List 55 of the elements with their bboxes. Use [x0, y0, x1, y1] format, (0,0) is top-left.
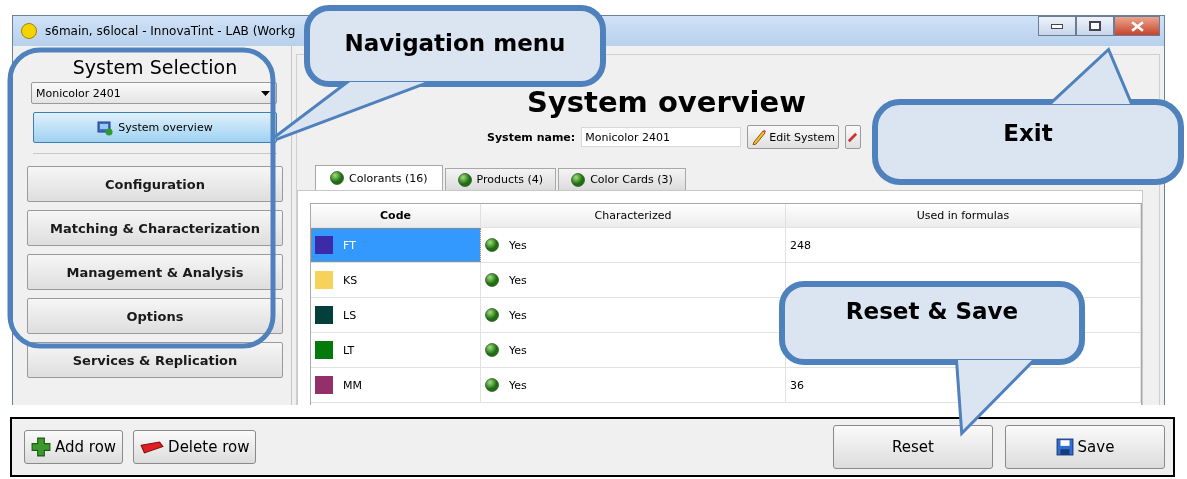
plus-icon — [31, 437, 51, 457]
status-dot-icon — [485, 273, 499, 287]
tab[interactable]: Color Cards (3) — [558, 168, 686, 190]
eraser-icon — [140, 440, 165, 454]
column-header: Used in formulas — [786, 204, 1141, 227]
system-overview-button[interactable]: System overview — [33, 112, 277, 143]
delete-row-button[interactable]: Delete row — [133, 430, 257, 464]
status-dot-icon — [330, 171, 344, 185]
table-cell: Yes — [509, 378, 527, 392]
add-row-button[interactable]: Add row — [24, 430, 124, 464]
callout-text: Navigation menu — [343, 30, 567, 56]
system-dropdown[interactable]: Monicolor 2401 — [31, 82, 277, 104]
status-dot-icon — [485, 378, 499, 392]
table-cell: Yes — [509, 238, 527, 252]
window-title: s6main, s6local - InnovaTint - LAB (Workg — [45, 24, 297, 38]
table-cell: Yes — [509, 308, 527, 322]
monitor-icon — [97, 119, 114, 136]
tab[interactable]: Products (4) — [444, 168, 557, 190]
nav-button[interactable]: Matching & Characterization — [27, 210, 283, 246]
callout-text: Reset & Save — [844, 298, 1020, 324]
edit-system-button[interactable]: Edit System — [747, 125, 840, 149]
field-label: System name: — [487, 130, 576, 144]
toolbar-button[interactable] — [845, 125, 862, 149]
system-name-field[interactable]: Monicolor 2401 — [581, 127, 742, 147]
table-cell[interactable]: MM — [311, 368, 481, 402]
reset-button[interactable]: Reset — [833, 425, 993, 469]
table-cell[interactable]: LS — [311, 298, 481, 332]
nav-button[interactable]: Management & Analysis — [27, 254, 283, 290]
app-logo-icon — [21, 23, 37, 39]
table-cell: Yes — [509, 343, 527, 357]
column-header: Characterized — [481, 204, 786, 227]
page-heading: System overview — [527, 85, 807, 119]
status-dot-icon — [457, 172, 472, 187]
close-icon — [1130, 20, 1144, 32]
nav-button[interactable]: Configuration — [27, 166, 283, 202]
table-cell[interactable]: LT — [311, 333, 481, 367]
status-dot-icon — [485, 238, 499, 252]
save-button[interactable]: Save — [1005, 425, 1165, 469]
table-cell: Yes — [509, 273, 527, 287]
callout-text: Exit — [1002, 120, 1054, 146]
caret-icon — [261, 90, 270, 96]
nav-button[interactable]: Options — [27, 298, 283, 334]
close-button[interactable] — [1114, 16, 1160, 36]
pencil-icon — [751, 129, 768, 145]
column-header: Code — [311, 204, 481, 227]
tab[interactable]: Colorants (16) — [315, 165, 443, 190]
status-dot-icon — [571, 172, 586, 187]
status-dot-icon — [485, 343, 499, 357]
status-dot-icon — [485, 308, 499, 322]
maximize-button[interactable] — [1076, 16, 1114, 36]
table-cell[interactable]: KS — [311, 263, 481, 297]
sidebar-heading: System Selection — [71, 56, 239, 78]
slash-icon — [847, 131, 859, 143]
table-cell: 248 — [786, 228, 1141, 262]
minimize-button[interactable] — [1038, 16, 1076, 36]
